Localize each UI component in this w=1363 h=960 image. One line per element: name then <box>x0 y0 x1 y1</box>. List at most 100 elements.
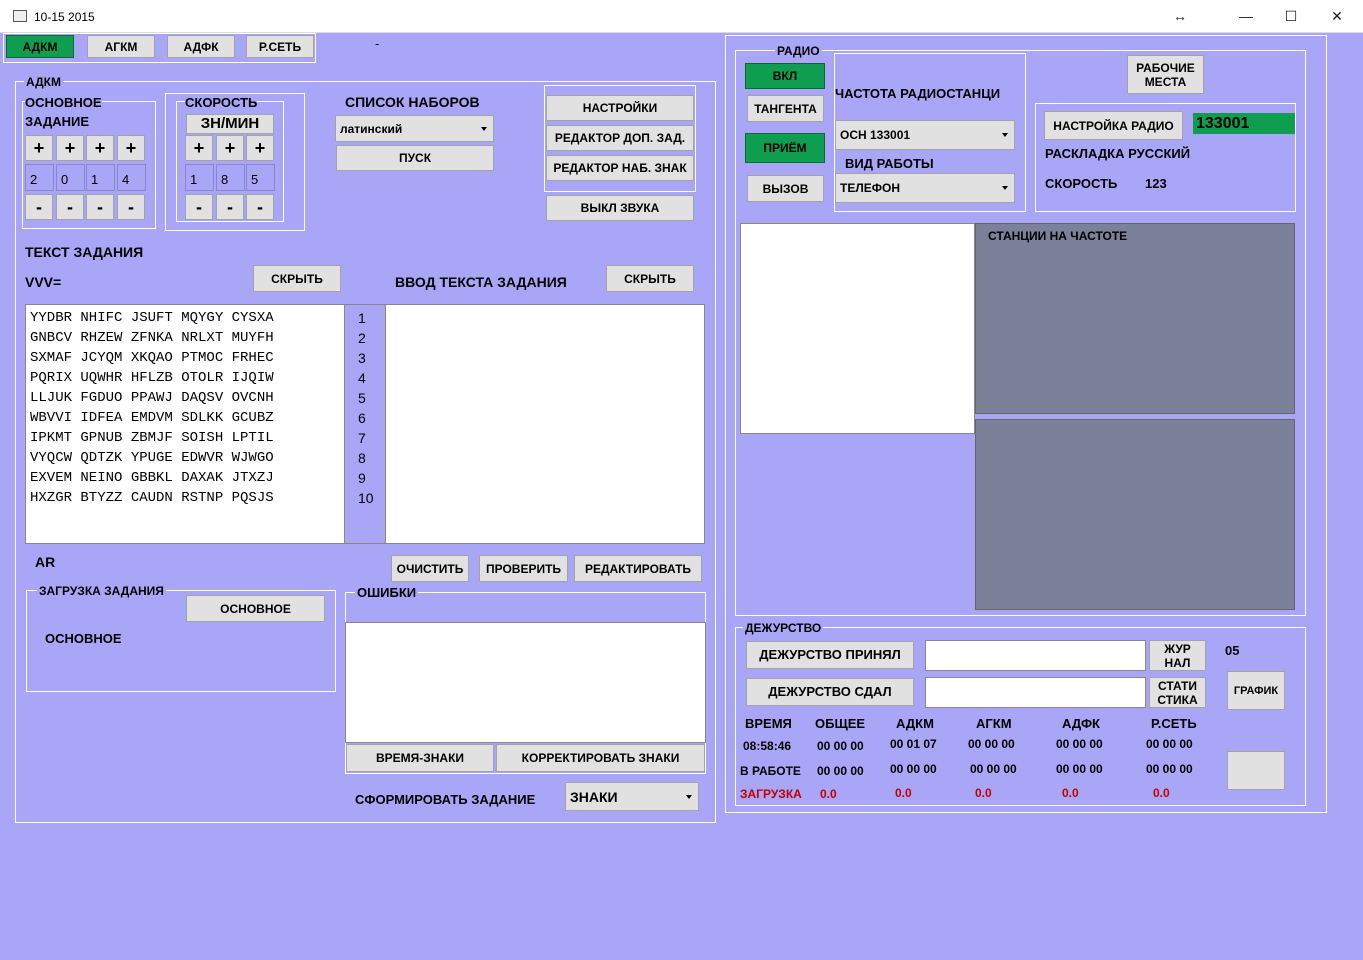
speed-minus-3[interactable]: - <box>246 194 274 220</box>
line-number: 2 <box>358 330 366 346</box>
duty-accepted-button[interactable]: ДЕЖУРСТВО ПРИНЯЛ <box>746 641 914 669</box>
window-title-bar: 10-15 2015 ↔ — ☐ ✕ <box>0 0 1363 33</box>
settings-button[interactable]: НАСТРОЙКИ <box>546 95 694 121</box>
load-value: ОСНОВНОЕ <box>45 631 122 646</box>
tab-agkm[interactable]: АГКМ <box>87 35 155 58</box>
sets-select[interactable]: латинский <box>335 115 494 142</box>
main-task-digit-2: 0 <box>56 164 85 191</box>
hide-task-button[interactable]: СКРЫТЬ <box>253 265 341 292</box>
main-task-minus-3[interactable]: - <box>86 194 114 220</box>
edit-button[interactable]: РЕДАКТИРОВАТЬ <box>574 555 702 582</box>
chevron-down-icon <box>481 126 487 131</box>
speed-plus-2[interactable]: + <box>216 135 244 161</box>
app-icon <box>13 10 27 22</box>
main-task-plus-4[interactable]: + <box>117 135 145 161</box>
tab-extra-mark: - <box>375 36 380 51</box>
tangent-button[interactable]: ТАНГЕНТА <box>747 95 824 122</box>
freq-select[interactable]: ОСН 133001 <box>835 120 1015 150</box>
minimize-icon[interactable]: — <box>1236 8 1256 24</box>
blank-button[interactable] <box>1227 751 1285 790</box>
chevron-down-icon <box>1002 186 1008 190</box>
duty-handed-field[interactable] <box>925 677 1146 708</box>
main-task-title-1: ОСНОВНОЕ <box>25 95 102 110</box>
main-task-plus-2[interactable]: + <box>56 135 84 161</box>
duty-header-rset: Р.СЕТЬ <box>1151 716 1197 731</box>
line-number: 1 <box>358 310 366 326</box>
maximize-icon[interactable]: ☐ <box>1281 8 1301 24</box>
task-line: EXVEM NEINO GBBKL DAXAK JTXZJ <box>30 470 274 486</box>
chevron-down-icon <box>1002 133 1008 137</box>
form-task-select[interactable]: ЗНАКИ <box>565 782 699 811</box>
check-button[interactable]: ПРОВЕРИТЬ <box>479 555 568 582</box>
editor-extra-button[interactable]: РЕДАКТОР ДОП. ЗАД. <box>546 125 694 151</box>
duty-load-adfk: 0.0 <box>1062 786 1079 800</box>
duty-accepted-field[interactable] <box>925 640 1146 671</box>
radio-title: РАДИО <box>775 44 822 58</box>
adkm-group-title: АДКМ <box>24 75 63 89</box>
duty-counter: 05 <box>1225 643 1240 658</box>
editor-set-button[interactable]: РЕДАКТОР НАБ. ЗНАК <box>546 155 694 181</box>
duty-time-rset: 00 00 00 <box>1146 737 1193 751</box>
form-task-select-value: ЗНАКИ <box>570 788 618 805</box>
duty-header-adkm: АДКМ <box>896 716 934 731</box>
radio-setup-button[interactable]: НАСТРОЙКА РАДИО <box>1044 111 1183 140</box>
duty-time-value: 08:58:46 <box>743 739 792 753</box>
stats-button-line2: СТИКА <box>1157 692 1198 707</box>
line-number: 7 <box>358 430 366 446</box>
duty-time-agkm: 00 00 00 <box>968 737 1015 751</box>
speed-minus-2[interactable]: - <box>216 194 244 220</box>
workplaces-button[interactable]: РАБОЧИЕ МЕСТА <box>1127 55 1204 94</box>
speed-plus-3[interactable]: + <box>246 135 274 161</box>
journal-button[interactable]: ЖУР НАЛ <box>1149 640 1206 671</box>
speed-digit-3: 5 <box>246 164 275 191</box>
tab-rset[interactable]: Р.СЕТЬ <box>246 35 314 58</box>
mode-select[interactable]: ТЕЛЕФОН <box>835 173 1015 203</box>
tab-adfk[interactable]: АДФК <box>167 35 235 58</box>
line-number: 9 <box>358 470 366 486</box>
call-button[interactable]: ВЫЗОВ <box>747 175 824 202</box>
radio-on-button[interactable]: ВКЛ <box>745 63 825 89</box>
main-task-minus-2[interactable]: - <box>56 194 84 220</box>
task-input-area[interactable] <box>385 304 705 544</box>
time-signs-button[interactable]: ВРЕМЯ-ЗНАКИ <box>346 744 494 772</box>
line-number: 8 <box>358 450 366 466</box>
duty-header-total: ОБЩЕЕ <box>815 716 866 731</box>
speed-minus-1[interactable]: - <box>185 194 213 220</box>
close-icon[interactable]: ✕ <box>1327 8 1347 24</box>
line-number: 10 <box>358 490 374 506</box>
sound-off-button[interactable]: ВЫКЛ ЗВУКА <box>546 195 694 221</box>
correct-signs-button[interactable]: КОРРЕКТИРОВАТЬ ЗНАКИ <box>496 744 705 772</box>
main-task-title-2: ЗАДАНИЕ <box>25 114 90 129</box>
input-title: ВВОД ТЕКСТА ЗАДАНИЯ <box>395 274 567 290</box>
duty-load-agkm: 0.0 <box>975 786 992 800</box>
hide-input-button[interactable]: СКРЫТЬ <box>606 265 694 292</box>
main-task-digit-4: 4 <box>117 164 146 191</box>
clear-button[interactable]: ОЧИСТИТЬ <box>391 555 469 582</box>
workplaces-button-line2: МЕСТА <box>1144 74 1187 89</box>
duty-time-adfk: 00 00 00 <box>1056 737 1103 751</box>
line-numbers: 1 2 3 4 5 6 7 8 9 10 <box>358 308 374 508</box>
duty-work-agkm: 00 00 00 <box>970 762 1017 776</box>
tab-adkm[interactable]: АДКМ <box>6 35 74 58</box>
main-task-plus-1[interactable]: + <box>25 135 53 161</box>
speed-plus-1[interactable]: + <box>185 135 213 161</box>
mode-title: ВИД РАБОТЫ <box>845 156 934 171</box>
task-line: PQRIX UQWHR HFLZB OTOLR IJQIW <box>30 370 274 386</box>
start-button[interactable]: ПУСК <box>336 145 494 171</box>
ar-label: AR <box>35 554 56 570</box>
duty-handed-button[interactable]: ДЕЖУРСТВО СДАЛ <box>746 678 914 706</box>
stats-button[interactable]: СТАТИ СТИКА <box>1149 677 1206 708</box>
line-number: 5 <box>358 390 366 406</box>
task-line: IPKMT GPNUB ZBMJF SOISH LPTIL <box>30 430 274 446</box>
schedule-button[interactable]: ГРАФИК <box>1227 671 1285 710</box>
main-task-plus-3[interactable]: + <box>86 135 114 161</box>
load-main-button[interactable]: ОСНОВНОЕ <box>186 595 325 622</box>
main-task-minus-4[interactable]: - <box>117 194 145 220</box>
receive-button[interactable]: ПРИЁМ <box>745 133 825 163</box>
workplaces-button-line1: РАБОЧИЕ <box>1136 60 1195 75</box>
sets-select-value: латинский <box>340 121 403 136</box>
line-number: 6 <box>358 410 366 426</box>
task-line: VYQCW QDTZK YPUGE EDWVR WJWGO <box>30 450 274 466</box>
stations-panel <box>975 223 1295 414</box>
main-task-minus-1[interactable]: - <box>25 194 53 220</box>
